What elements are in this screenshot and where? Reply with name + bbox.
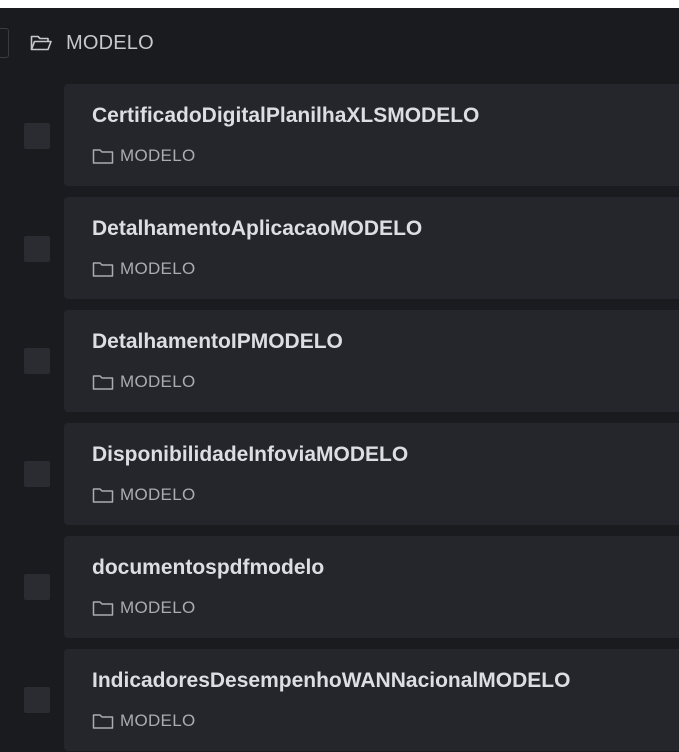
dashboard-folder: MODELO <box>92 146 195 166</box>
folder-icon <box>92 713 114 729</box>
folder-icon <box>92 487 114 503</box>
dashboard-list-panel: MODELO CertificadoDigitalPlanilhaXLSMODE… <box>0 8 679 752</box>
folder-icon <box>92 261 114 277</box>
list-item[interactable]: documentospdfmodelo MODELO <box>64 536 679 638</box>
item-checkbox[interactable] <box>24 574 50 600</box>
dashboard-title[interactable]: DisponibilidadeInfoviaMODELO <box>92 443 408 467</box>
folder-open-icon <box>30 35 52 51</box>
folder-name: MODELO <box>120 485 196 504</box>
dashboard-folder: MODELO <box>92 259 195 279</box>
folder-name: MODELO <box>120 259 196 278</box>
dashboard-title[interactable]: IndicadoresDesempenhoWANNacionalMODELO <box>92 669 570 693</box>
dashboard-folder: MODELO <box>92 598 195 618</box>
dashboard-folder: MODELO <box>92 485 195 505</box>
dashboard-title[interactable]: DetalhamentoIPMODELO <box>92 330 343 354</box>
folder-icon <box>92 374 114 390</box>
list-item[interactable]: DisponibilidadeInfoviaMODELO MODELO <box>64 423 679 525</box>
folder-name: MODELO <box>120 711 196 730</box>
folder-name: MODELO <box>120 598 196 617</box>
item-checkbox[interactable] <box>24 461 50 487</box>
folder-label: MODELO <box>66 32 154 54</box>
folder-name: MODELO <box>120 372 196 391</box>
dashboard-title[interactable]: documentospdfmodelo <box>92 556 324 580</box>
folder-icon <box>92 148 114 164</box>
dashboard-title[interactable]: CertificadoDigitalPlanilhaXLSMODELO <box>92 104 479 128</box>
dashboard-folder: MODELO <box>92 711 195 731</box>
list-item[interactable]: DetalhamentoAplicacaoMODELO MODELO <box>64 197 679 299</box>
list-item[interactable]: IndicadoresDesempenhoWANNacionalMODELO M… <box>64 649 679 751</box>
folder-name: MODELO <box>120 146 196 165</box>
item-checkbox[interactable] <box>24 123 50 149</box>
item-checkbox[interactable] <box>24 348 50 374</box>
folder-icon <box>92 600 114 616</box>
item-checkbox[interactable] <box>24 687 50 713</box>
item-checkbox[interactable] <box>24 236 50 262</box>
folder-header[interactable]: MODELO <box>0 8 679 80</box>
list-item[interactable]: DetalhamentoIPMODELO MODELO <box>64 310 679 412</box>
dashboard-folder: MODELO <box>92 372 195 392</box>
list-item[interactable]: CertificadoDigitalPlanilhaXLSMODELO MODE… <box>64 84 679 186</box>
folder-checkbox[interactable] <box>0 28 9 58</box>
dashboard-title[interactable]: DetalhamentoAplicacaoMODELO <box>92 217 422 241</box>
